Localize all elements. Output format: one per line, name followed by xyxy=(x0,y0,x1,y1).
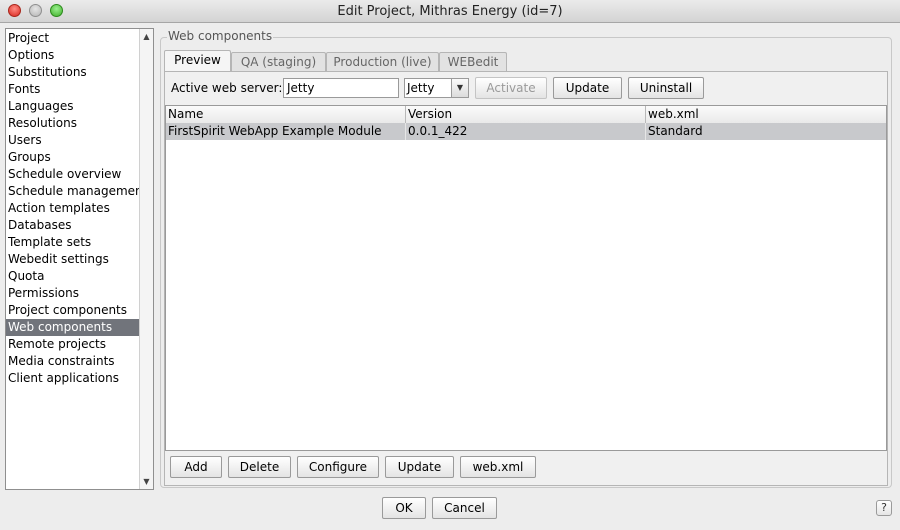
sidebar-item-template-sets[interactable]: Template sets xyxy=(6,234,140,251)
scroll-down-arrow-icon[interactable]: ▼ xyxy=(142,477,151,486)
cell-name: FirstSpirit WebApp Example Module xyxy=(166,123,406,140)
table-row[interactable]: FirstSpirit WebApp Example Module 0.0.1_… xyxy=(166,123,886,140)
column-header-version[interactable]: Version xyxy=(406,106,646,123)
sidebar-item-project[interactable]: Project xyxy=(6,30,140,47)
sidebar-item-project-components[interactable]: Project components xyxy=(6,302,140,319)
sidebar-item-resolutions[interactable]: Resolutions xyxy=(6,115,140,132)
sidebar-item-action-templates[interactable]: Action templates xyxy=(6,200,140,217)
tab-preview[interactable]: Preview xyxy=(164,50,231,72)
help-icon[interactable]: ? xyxy=(876,500,892,516)
sidebar-scrollbar[interactable]: ▲ ▼ xyxy=(139,29,153,489)
sidebar-item-schedule-overview[interactable]: Schedule overview xyxy=(6,166,140,183)
sidebar-items: Project Options Substitutions Fonts Lang… xyxy=(6,29,147,387)
cell-version: 0.0.1_422 xyxy=(406,123,646,140)
sidebar-item-remote-projects[interactable]: Remote projects xyxy=(6,336,140,353)
tab-production-live[interactable]: Production (live) xyxy=(326,52,439,72)
sidebar-item-languages[interactable]: Languages xyxy=(6,98,140,115)
sidebar-item-users[interactable]: Users xyxy=(6,132,140,149)
web-server-select[interactable]: Jetty ▼ xyxy=(404,78,469,98)
sidebar-item-fonts[interactable]: Fonts xyxy=(6,81,140,98)
column-header-webxml[interactable]: web.xml xyxy=(646,106,886,123)
column-header-name[interactable]: Name xyxy=(166,106,406,123)
sidebar-item-options[interactable]: Options xyxy=(6,47,140,64)
uninstall-button[interactable]: Uninstall xyxy=(628,77,704,99)
web-server-select-value: Jetty xyxy=(407,81,435,95)
sidebar-item-substitutions[interactable]: Substitutions xyxy=(6,64,140,81)
cell-webxml: Standard xyxy=(648,124,703,138)
sidebar-item-webedit-settings[interactable]: Webedit settings xyxy=(6,251,140,268)
ok-button[interactable]: OK xyxy=(382,497,426,519)
sidebar-item-media-constraints[interactable]: Media constraints xyxy=(6,353,140,370)
webxml-button[interactable]: web.xml xyxy=(460,456,536,478)
title-bar: Edit Project, Mithras Energy (id=7) xyxy=(0,0,900,23)
sidebar-item-web-components[interactable]: Web components xyxy=(6,319,140,336)
delete-button[interactable]: Delete xyxy=(228,456,291,478)
update-component-button[interactable]: Update xyxy=(385,456,454,478)
scroll-up-arrow-icon[interactable]: ▲ xyxy=(142,32,151,41)
tab-webedit[interactable]: WEBedit xyxy=(439,52,507,72)
window-title: Edit Project, Mithras Energy (id=7) xyxy=(337,4,563,19)
update-server-button[interactable]: Update xyxy=(553,77,622,99)
table-header: Name Version web.xml xyxy=(166,106,886,124)
add-button[interactable]: Add xyxy=(170,456,222,478)
sidebar-item-quota[interactable]: Quota xyxy=(6,268,140,285)
chevron-down-icon[interactable]: ▼ xyxy=(451,79,468,97)
cancel-button[interactable]: Cancel xyxy=(432,497,497,519)
sidebar-item-schedule-management[interactable]: Schedule management xyxy=(6,183,147,200)
configure-button[interactable]: Configure xyxy=(297,456,379,478)
sidebar-item-databases[interactable]: Databases xyxy=(6,217,140,234)
sidebar-item-groups[interactable]: Groups xyxy=(6,149,140,166)
active-web-server-field[interactable]: Jetty xyxy=(283,78,399,98)
tab-qa-staging[interactable]: QA (staging) xyxy=(231,52,326,72)
group-title: Web components xyxy=(167,29,274,43)
active-web-server-label: Active web server: xyxy=(171,81,283,95)
settings-category-list[interactable]: Project Options Substitutions Fonts Lang… xyxy=(5,28,154,490)
sidebar-item-permissions[interactable]: Permissions xyxy=(6,285,140,302)
web-components-table[interactable]: Name Version web.xml FirstSpirit WebApp … xyxy=(165,105,887,451)
sidebar-item-client-applications[interactable]: Client applications xyxy=(6,370,140,387)
activate-button[interactable]: Activate xyxy=(475,77,547,99)
